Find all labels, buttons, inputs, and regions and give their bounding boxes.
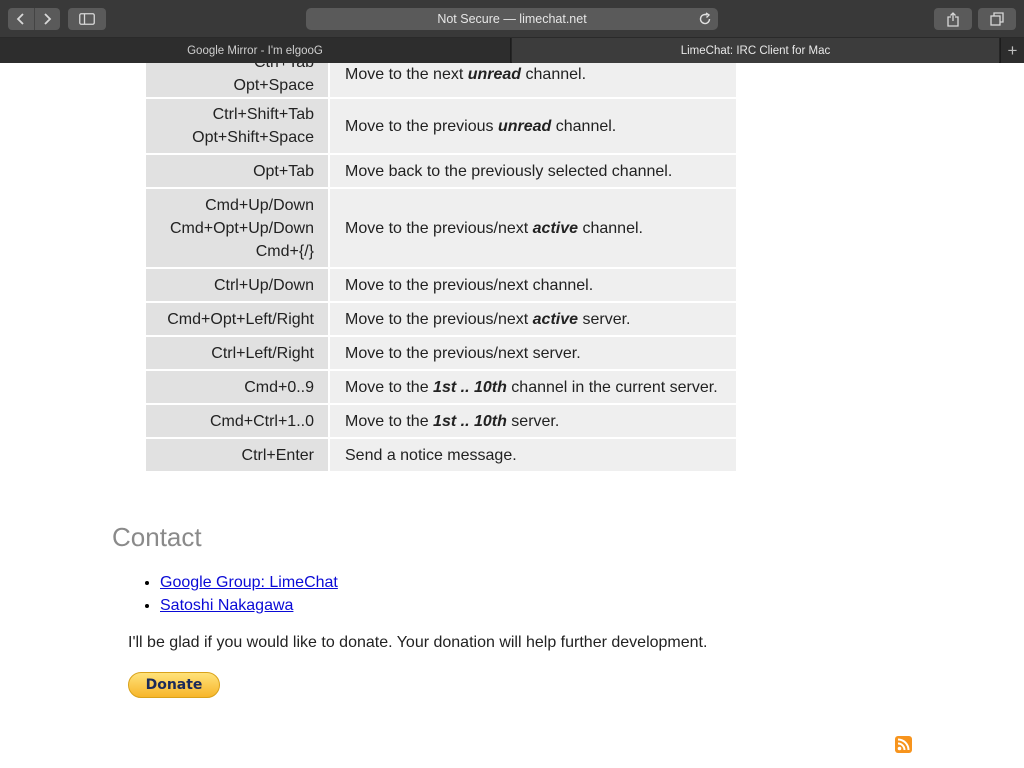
shortcut-description: Move to the previous/next channel. [330,269,736,301]
shortcut-key: Cmd+0..9 [244,378,314,396]
show-tabs-button[interactable] [978,8,1016,30]
table-row: Cmd+0..9 Move to the 1st .. 10th channel … [146,371,736,403]
shortcut-key: Cmd+Ctrl+1..0 [209,412,314,430]
contact-heading: Contact [112,522,202,552]
table-row: Ctrl+Tab Opt+Space Move to the next unread… [146,63,736,97]
description-text: Move to the previous [345,117,498,135]
tab-bar: Google Mirror - I'm elgooG LimeChat: IRC… [0,38,1024,63]
rss-feed-icon[interactable] [895,736,912,753]
shortcut-key: Ctrl+Tab [160,63,314,74]
shortcut-key: Ctrl+Left/Right [211,344,314,362]
table-row: Cmd+Up/Down Cmd+Opt+Up/Down Cmd+{/} Move to… [146,189,736,267]
description-text: Move to the next [345,65,468,83]
shortcut-key: Cmd+Opt+Left/Right [167,310,314,328]
author-link[interactable]: Satoshi Nakagawa [160,597,293,614]
forward-button[interactable] [35,8,61,30]
table-row: Cmd+Ctrl+1..0 Move to the 1st .. 10th ser… [146,405,736,437]
address-bar[interactable]: Not Secure — limechat.net [306,8,718,30]
shortcut-key: Ctrl+Enter [241,446,314,464]
shortcut-key: Ctrl+Shift+Tab [212,106,314,123]
table-row: Cmd+Opt+Left/Right Move to the previous/n… [146,303,736,335]
donate-text: I'll be glad if you would like to donate… [128,634,708,651]
sidebar-button[interactable] [68,8,106,30]
shortcut-description: Move back to the previously selected cha… [330,155,736,187]
shortcut-description: Move to the previous/next active server. [330,303,736,335]
description-emphasis: unread [497,117,552,135]
shortcut-key: Opt+Tab [253,162,314,180]
shortcut-key-cell: Cmd+Ctrl+1..0 [146,405,328,437]
shortcut-description: Move to the next unread channel. [330,63,736,97]
shortcut-key: Opt+Shift+Space [192,129,314,146]
shortcut-description: Move to the 1st .. 10th channel in the c… [330,371,736,403]
donate-button[interactable]: Donate [128,672,220,698]
tab-google-mirror[interactable]: Google Mirror - I'm elgooG [0,38,511,63]
shortcut-key-cell: Ctrl+Enter [146,439,328,471]
table-row: Ctrl+Enter Send a notice message. [146,439,736,471]
reload-icon[interactable] [698,12,712,26]
google-group-link[interactable]: Google Group: LimeChat [160,574,338,591]
tab-label: LimeChat: IRC Client for Mac [680,44,831,57]
shortcut-description: Move to the previous/next active channel… [330,189,736,267]
list-item: Satoshi Nakagawa [160,594,338,617]
shortcut-key-cell: Ctrl+Shift+Tab Opt+Shift+Space [146,99,328,153]
description-text: Move to the previous/next server. [345,344,581,362]
list-item: Google Group: LimeChat [160,571,338,594]
browser-toolbar: Not Secure — limechat.net [0,0,1024,38]
shortcut-key-cell: Cmd+0..9 [146,371,328,403]
tab-limechat[interactable]: LimeChat: IRC Client for Mac [512,38,999,63]
table-row: Ctrl+Shift+Tab Opt+Shift+Space Move to the… [146,99,736,153]
description-emphasis: 1st .. 10th [433,412,507,430]
description-emphasis: active [532,310,579,328]
shortcut-key-cell: Ctrl+Left/Right [146,337,328,369]
shortcut-key-cell: Ctrl+Up/Down [146,269,328,301]
description-emphasis: unread [467,65,522,83]
share-icon [947,11,959,27]
shortcut-key-cell: Opt+Tab [146,155,328,187]
shortcut-key: Opt+Space [233,77,315,94]
description-text: Move to the [345,412,434,430]
tabs-overview-icon [990,12,1004,26]
shortcut-key: Cmd+Opt+Up/Down [169,219,314,237]
description-text: Move back to the previously selected cha… [345,162,673,180]
table-row: Ctrl+Left/Right Move to the previous/next… [146,337,736,369]
chevron-left-icon [16,13,24,25]
shortcut-description: Move to the previous/next server. [330,337,736,369]
description-text: channel. [578,219,643,237]
shortcut-description: Send a notice message. [330,439,736,471]
shortcut-table: Ctrl+Tab Opt+Space Move to the next unread… [144,63,738,473]
description-text: server. [578,310,631,328]
description-text: server. [506,412,560,430]
description-text: Move to the previous/next [345,219,533,237]
description-emphasis: 1st .. 10th [433,378,507,396]
shortcut-description: Move to the 1st .. 10th server. [330,405,736,437]
sidebar-icon [79,13,95,25]
description-text: Move to the previous/next [345,310,533,328]
page-content: Ctrl+Tab Opt+Space Move to the next unread… [0,63,1024,768]
shortcut-key: Ctrl+Up/Down [213,276,314,294]
address-text: Not Secure — limechat.net [437,12,587,26]
description-text: channel. [521,65,587,83]
tab-label: Google Mirror - I'm elgooG [187,44,323,57]
shortcut-description: Move to the previous unread channel. [330,99,736,153]
description-text: Move to the previous/next channel. [345,276,594,294]
contact-list: Google Group: LimeChat Satoshi Nakagawa [160,571,338,617]
shortcut-key-cell: Cmd+Up/Down Cmd+Opt+Up/Down Cmd+{/} [146,189,328,267]
nav-button-group [8,8,60,30]
share-button[interactable] [934,8,972,30]
description-text: Send a notice message. [345,446,517,464]
description-text: channel in the current server. [506,378,718,396]
shortcut-key: Cmd+{/} [255,242,314,260]
shortcut-key: Cmd+Up/Down [205,196,314,214]
shortcut-key-cell: Ctrl+Tab Opt+Space [146,63,328,97]
shortcut-key-cell: Cmd+Opt+Left/Right [146,303,328,335]
new-tab-button[interactable]: + [1000,38,1024,63]
description-text: channel. [551,117,617,135]
chevron-right-icon [44,13,52,25]
description-text: Move to the [345,378,434,396]
table-row: Opt+Tab Move back to the previously selec… [146,155,736,187]
table-row: Ctrl+Up/Down Move to the previous/next ch… [146,269,736,301]
description-emphasis: active [532,219,579,237]
back-button[interactable] [8,8,34,30]
